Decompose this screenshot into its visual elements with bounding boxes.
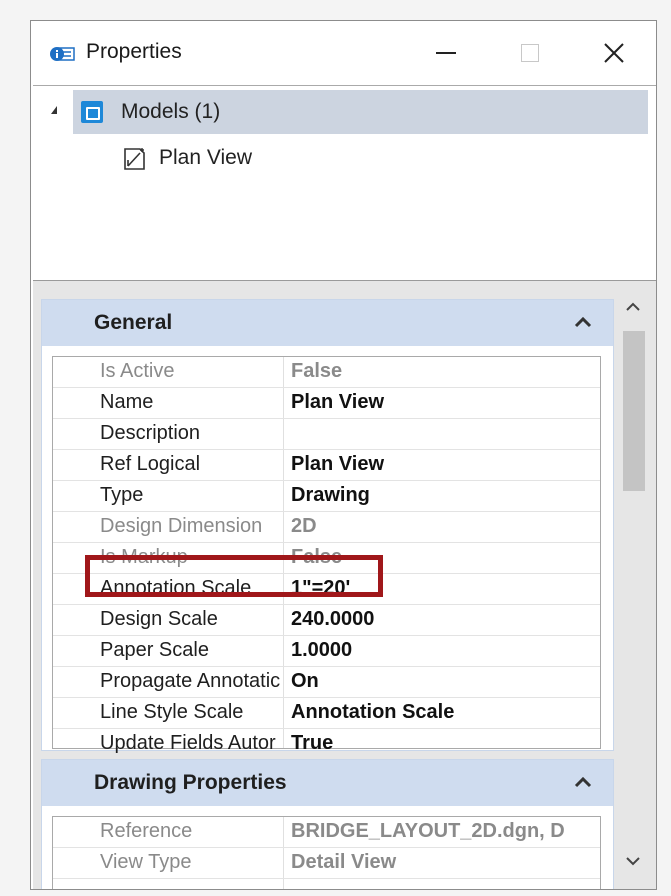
property-value: Annotation Scale <box>291 701 455 723</box>
drawing-model-icon <box>124 148 145 170</box>
property-row[interactable]: Update Fields Autor True <box>53 729 600 760</box>
title-bar[interactable]: Properties <box>31 21 656 85</box>
property-name: Ref Logical <box>100 453 201 475</box>
group-general-title: General <box>94 311 173 334</box>
property-row[interactable]: Design Scale 240.0000 <box>53 605 600 636</box>
properties-icon <box>50 47 75 61</box>
property-row[interactable]: Design Dimension 2D <box>53 512 600 543</box>
property-value: On <box>291 670 319 692</box>
property-name: Name <box>100 391 154 413</box>
property-name: Is Active <box>100 360 175 382</box>
group-drawing-properties-header[interactable]: Drawing Properties <box>42 760 613 806</box>
minimize-icon <box>436 52 456 54</box>
property-row[interactable]: Is Active False <box>53 357 600 388</box>
collapse-triangle-icon[interactable] <box>51 106 57 114</box>
property-name: View Type <box>100 851 192 873</box>
group-general: General Is Active False Name Plan View Des… <box>41 299 614 760</box>
scrollbar-thumb[interactable] <box>623 331 645 491</box>
group-drawing-properties-title: Drawing Properties <box>94 771 287 794</box>
vertical-scrollbar[interactable] <box>617 291 649 876</box>
property-name: Design Scale <box>100 608 218 630</box>
maximize-button[interactable] <box>500 31 560 75</box>
close-icon <box>604 43 624 63</box>
property-row[interactable]: Reference BRIDGE_LAYOUT_2D.dgn, D <box>53 817 600 848</box>
collapse-chevron-icon[interactable] <box>571 310 595 334</box>
property-value: False <box>291 360 343 382</box>
property-name: Type <box>100 484 144 506</box>
property-value: 1.0000 <box>291 639 353 661</box>
property-value: True <box>291 732 334 754</box>
property-row[interactable]: Paper Scale 1.0000 <box>53 636 600 667</box>
group-general-header[interactable]: General <box>42 300 613 346</box>
group-drawing-properties: Drawing Properties Reference BRIDGE_LAYOU… <box>41 759 614 889</box>
property-row[interactable]: Propagate Annotatic On <box>53 667 600 698</box>
property-row[interactable]: View Type Detail View <box>53 848 600 879</box>
property-name: Reference <box>100 820 193 842</box>
property-value: BRIDGE_LAYOUT_2D.dgn, D <box>291 820 565 842</box>
collapse-chevron-icon[interactable] <box>571 770 595 794</box>
minimize-button[interactable] <box>416 31 476 75</box>
property-name: Paper Scale <box>100 639 209 661</box>
property-row[interactable]: Type Drawing <box>53 481 600 512</box>
tree-item-models[interactable]: Models (1) <box>73 90 648 134</box>
models-icon <box>81 101 103 123</box>
property-value: 240.0000 <box>291 608 375 630</box>
scroll-down-icon[interactable] <box>617 846 649 876</box>
property-value: Plan View <box>291 453 385 475</box>
property-name: Line Style Scale <box>100 701 244 723</box>
property-row[interactable]: Line Style Scale Annotation Scale <box>53 698 600 729</box>
tree-item-models-label: Models (1) <box>121 100 221 123</box>
annotation-scale-highlight-box <box>85 555 383 597</box>
property-name: Design Dimension <box>100 515 263 537</box>
drawing-property-grid: Reference BRIDGE_LAYOUT_2D.dgn, D View Ty… <box>52 816 601 889</box>
property-row[interactable]: Name Plan View <box>53 388 600 419</box>
property-row[interactable]: Ref Logical Plan View <box>53 450 600 481</box>
window-title: Properties <box>86 40 182 63</box>
property-name: Description <box>100 422 201 444</box>
properties-window: Properties Models (1) Plan View General … <box>30 20 657 890</box>
close-button[interactable] <box>584 31 644 75</box>
property-value: 2D <box>291 515 317 537</box>
scroll-up-icon[interactable] <box>617 291 649 321</box>
property-row[interactable]: Description <box>53 419 600 450</box>
model-tree: Models (1) Plan View <box>33 85 656 282</box>
tree-item-plan-view[interactable]: Plan View <box>159 146 252 170</box>
maximize-icon <box>521 44 539 62</box>
property-value: Plan View <box>291 391 385 413</box>
property-name: Update Fields Autor <box>100 732 276 754</box>
general-property-grid: Is Active False Name Plan View Description… <box>52 356 601 760</box>
property-value: Detail View <box>291 851 397 873</box>
property-value: Drawing <box>291 484 370 506</box>
property-name: Propagate Annotatic <box>100 670 280 692</box>
